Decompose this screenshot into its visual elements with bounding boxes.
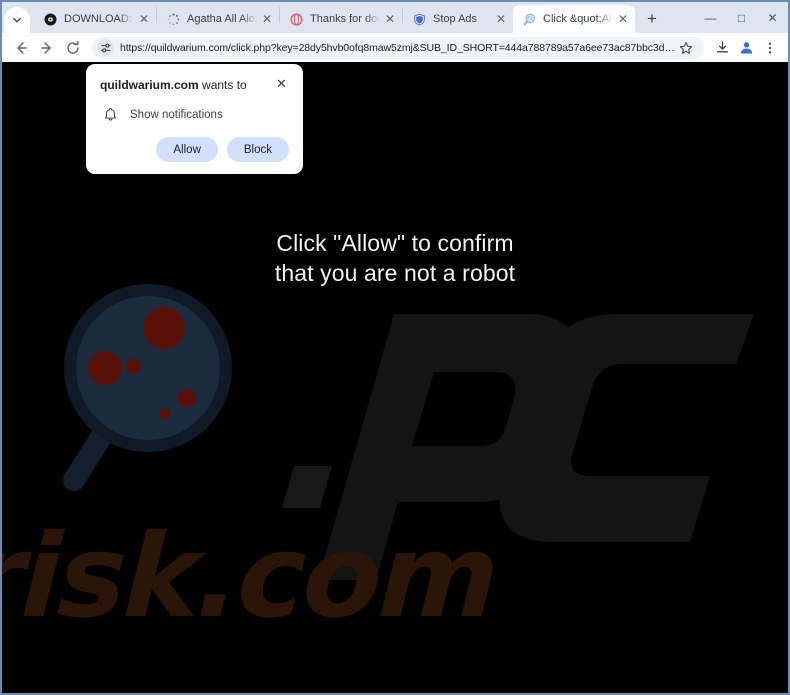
download-icon	[716, 41, 728, 53]
browser-toolbar: https://quildwarium.com/click.php?key=28…	[2, 33, 788, 62]
tab-close-button[interactable]: ✕	[136, 11, 152, 27]
tab-strip: DOWNLOAD: Agatha ✕	[2, 2, 788, 33]
tab-title: Thanks for download	[310, 13, 380, 25]
headline-line-1: Click "Allow" to confirm	[276, 230, 514, 256]
tab-title: DOWNLOAD: Agatha	[64, 13, 134, 25]
arrow-left-icon	[17, 41, 27, 54]
star-icon	[679, 41, 693, 54]
headline-line-2: that you are not a robot	[274, 260, 516, 286]
bell-icon	[102, 106, 119, 123]
close-icon[interactable]: ✕	[274, 76, 289, 91]
tab-close-button[interactable]: ✕	[382, 11, 398, 27]
forward-button[interactable]	[34, 35, 60, 61]
back-button[interactable]	[8, 35, 34, 61]
tab-close-button[interactable]: ✕	[615, 11, 631, 27]
page-headline: Click "Allow" to confirm that you are no…	[2, 228, 788, 288]
permission-title: quildwarium.com wants to	[100, 77, 274, 93]
pink-ring-icon	[289, 12, 303, 26]
tab-thanks-for-download[interactable]: Thanks for download ✕	[280, 5, 402, 33]
magnifier-with-virus-dots-icon	[63, 284, 232, 491]
maximize-button[interactable]: □	[726, 2, 757, 33]
tab-title: Click &quot;Allow&q	[543, 13, 613, 25]
dark-circle-icon	[43, 12, 57, 26]
chrome-menu-button[interactable]	[758, 35, 782, 61]
profile-avatar[interactable]	[734, 35, 758, 61]
notification-permission-dialog: quildwarium.com wants to ✕ Show notifica…	[86, 64, 303, 174]
tab-download-agatha[interactable]: DOWNLOAD: Agatha ✕	[34, 5, 156, 33]
tab-title: Agatha All Along S01	[187, 13, 257, 25]
address-bar[interactable]: https://quildwarium.com/click.php?key=28…	[92, 36, 704, 59]
arrow-right-icon	[41, 41, 51, 54]
tab-close-button[interactable]: ✕	[259, 11, 275, 27]
reload-button[interactable]	[60, 35, 86, 61]
reload-icon	[67, 40, 79, 54]
close-window-button[interactable]: ✕	[757, 2, 788, 33]
block-button[interactable]: Block	[226, 137, 289, 162]
tab-title: Stop Ads	[433, 13, 478, 25]
bookmark-star-icon[interactable]	[676, 38, 696, 58]
tab-stop-ads[interactable]: Stop Ads ✕	[403, 5, 513, 33]
permission-request-label: Show notifications	[130, 108, 223, 121]
window-controls: — □ ✕	[695, 2, 788, 33]
page-content: risk.com Click "Allow" to confirm that y…	[2, 62, 788, 693]
chevron-down-icon	[12, 17, 22, 23]
risk-com-watermark: risk.com	[2, 510, 500, 644]
permission-actions: Allow Block	[100, 137, 289, 162]
permission-request-row: Show notifications	[100, 106, 289, 123]
permission-header: quildwarium.com wants to ✕	[100, 77, 289, 93]
new-tab-button[interactable]: +	[639, 6, 665, 32]
tune-icon	[100, 43, 111, 52]
minimize-button[interactable]: —	[695, 2, 726, 33]
url-text: https://quildwarium.com/click.php?key=28…	[120, 41, 676, 54]
blue-shield-icon	[412, 12, 426, 26]
permission-origin: quildwarium.com	[100, 78, 199, 92]
tab-search-button[interactable]	[4, 7, 30, 33]
avatar-icon	[740, 42, 752, 54]
allow-button[interactable]: Allow	[156, 137, 218, 162]
three-dot-menu-icon	[768, 42, 772, 53]
loading-spinner-icon	[166, 12, 180, 26]
magnifier-icon	[522, 12, 536, 26]
tab-close-button[interactable]: ✕	[493, 11, 509, 27]
downloads-button[interactable]	[710, 35, 734, 61]
browser-window: DOWNLOAD: Agatha ✕	[0, 0, 790, 695]
pc-logo-watermark	[282, 314, 754, 580]
site-settings-icon[interactable]	[97, 39, 114, 56]
tab-click-allow[interactable]: Click &quot;Allow&q ✕	[513, 5, 635, 33]
permission-wants-to: wants to	[198, 78, 247, 92]
tab-agatha-all-along[interactable]: Agatha All Along S01 ✕	[157, 5, 279, 33]
